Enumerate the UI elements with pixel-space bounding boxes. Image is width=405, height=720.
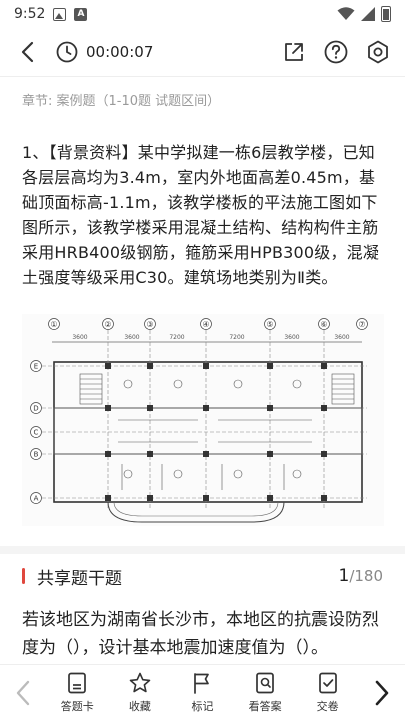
row-axis-label: D <box>33 405 38 413</box>
timer: 00:00:07 <box>56 41 153 63</box>
timer-value: 00:00:07 <box>86 43 154 61</box>
answer-sheet-icon <box>68 672 87 694</box>
star-icon <box>129 672 151 693</box>
answer-sheet-button[interactable]: 答题卡 <box>49 671 105 714</box>
row-axis-label: C <box>34 429 39 437</box>
shared-stem-header: 共享题干题 1/180 <box>0 560 405 592</box>
row-axis-label: A <box>34 495 39 503</box>
header: 00:00:07 <box>0 28 405 76</box>
help-icon <box>324 40 348 64</box>
question-text: 1、【背景资料】某中学拟建一栋6层教学楼，已知各层层高均为3.4m，室内外地面高… <box>22 143 380 287</box>
mark-button[interactable]: 标记 <box>174 671 230 714</box>
gear-icon <box>368 40 388 64</box>
share-icon <box>285 43 303 61</box>
chevron-right-icon <box>375 680 389 705</box>
span-label: 7200 <box>229 334 244 341</box>
favorite-button[interactable]: 收藏 <box>112 671 168 714</box>
chevron-left-icon <box>21 41 34 63</box>
battery-icon <box>381 6 391 22</box>
view-answer-button[interactable]: 看答案 <box>237 671 293 714</box>
bottom-toolbar: 答题卡 收藏 标记 看答案 交卷 <box>0 664 405 720</box>
section-marker <box>22 568 25 584</box>
submit-paper-button[interactable]: 交卷 <box>300 671 356 714</box>
submit-icon <box>318 672 337 694</box>
question-counter: 1/180 <box>338 566 383 586</box>
app-notification-icon: A <box>74 7 88 21</box>
back-button[interactable] <box>14 39 40 65</box>
share-button[interactable] <box>281 39 307 65</box>
help-button[interactable] <box>323 39 349 65</box>
floor-plan-figure[interactable]: 3600 3600 7200 7200 3600 3600 ① ② ③ ④ ⑤ … <box>22 314 384 526</box>
row-axis-label: B <box>34 451 39 459</box>
floor-plan-drawing: 3600 3600 7200 7200 3600 3600 ① ② ③ ④ ⑤ … <box>30 318 368 523</box>
span-label: 3600 <box>72 334 87 341</box>
chevron-left-icon <box>16 680 30 705</box>
status-bar: 9:52 A <box>0 0 405 28</box>
wifi-icon <box>337 7 355 20</box>
column-axis-label: ③ <box>146 320 153 329</box>
column-axis-label: ⑦ <box>358 320 365 329</box>
span-label: 7200 <box>169 334 184 341</box>
clock-icon <box>56 41 78 63</box>
row-axis-label: E <box>34 363 38 371</box>
settings-button[interactable] <box>365 39 391 65</box>
column-axis-label: ⑥ <box>320 320 327 329</box>
span-label: 3600 <box>124 334 139 341</box>
header-divider <box>0 76 405 77</box>
sub-question-text: 若该地区为湖南省长沙市，本地区的抗震设防烈度为（），设计基本地震加速度值为（）。 <box>22 610 379 658</box>
section-title: 共享题干题 <box>37 568 122 589</box>
mark-label: 标记 <box>191 700 214 713</box>
column-axis-label: ① <box>50 320 57 329</box>
previous-question-button[interactable] <box>0 665 46 720</box>
view-answer-label: 看答案 <box>248 700 282 713</box>
span-label: 3600 <box>284 334 299 341</box>
column-axis-label: ⑤ <box>266 320 273 329</box>
next-question-button[interactable] <box>359 665 405 720</box>
submit-paper-label: 交卷 <box>316 700 339 713</box>
favorite-label: 收藏 <box>128 700 151 713</box>
gallery-notification-icon <box>53 7 67 21</box>
status-time: 9:52 <box>14 6 46 22</box>
span-label: 3600 <box>334 334 349 341</box>
column-axis-label: ② <box>104 320 111 329</box>
chapter-label: 章节: 案例题（1-10题 试题区间） <box>22 94 221 109</box>
section-separator <box>0 546 405 554</box>
flag-icon <box>194 673 210 694</box>
total-questions: /180 <box>349 567 383 585</box>
signal-icon <box>361 7 375 21</box>
answer-sheet-label: 答题卡 <box>60 700 94 713</box>
column-axis-label: ④ <box>202 320 209 329</box>
answer-card-icon <box>256 672 274 694</box>
current-question-number: 1 <box>338 566 350 586</box>
